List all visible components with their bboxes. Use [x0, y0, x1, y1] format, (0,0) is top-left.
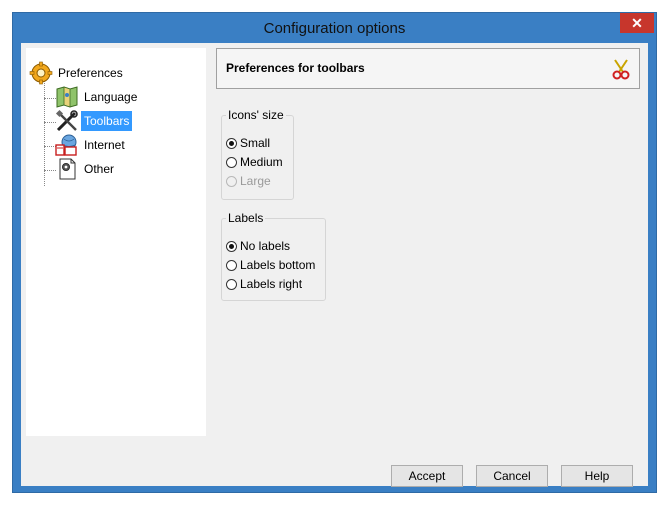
radio-button[interactable] — [226, 278, 237, 290]
radio-button[interactable] — [226, 240, 237, 252]
icons-size-legend: Icons' size — [228, 108, 284, 122]
tree-item-label: Internet — [84, 138, 125, 152]
tree-item-toolbars[interactable]: Toolbars — [55, 109, 133, 133]
tree-item-label: Other — [84, 162, 115, 176]
close-button[interactable]: ✕ — [620, 13, 654, 33]
radio-label: Large — [240, 174, 271, 188]
gear-icon — [29, 61, 53, 85]
radio-no-labels[interactable]: No labels — [226, 237, 290, 255]
radio-label: Labels right — [240, 277, 303, 291]
radio-label: Medium — [240, 155, 283, 169]
tree-item-preferences[interactable]: Preferences — [29, 61, 126, 85]
tree-item-other[interactable]: Other — [55, 158, 117, 180]
internet-icon — [55, 133, 79, 157]
tree-item-language[interactable]: Language — [55, 86, 140, 108]
radio-label: No labels — [240, 239, 291, 253]
tree-item-label: Language — [84, 90, 138, 104]
radio-button[interactable] — [226, 259, 237, 271]
radio-large: Large — [226, 172, 271, 190]
tools-icon — [55, 109, 79, 133]
radio-small[interactable]: Small — [226, 134, 270, 152]
radio-medium[interactable]: Medium — [226, 153, 283, 171]
preferences-tree: Preferences Language Toolbars Internet O… — [26, 48, 206, 436]
map-icon — [55, 85, 79, 109]
labels-legend: Labels — [228, 211, 264, 225]
dialog-window: Configuration options ✕ Preferences Lang… — [12, 12, 657, 493]
accept-button[interactable]: Accept — [391, 465, 463, 487]
panel-title: Preferences for toolbars — [226, 61, 365, 75]
radio-button — [226, 175, 237, 187]
window-title: Configuration options — [263, 20, 406, 37]
tree-item-internet[interactable]: Internet — [55, 134, 128, 156]
radio-button[interactable] — [226, 156, 237, 168]
dialog-client: Preferences Language Toolbars Internet O… — [21, 43, 648, 487]
radio-labels-bottom[interactable]: Labels bottom — [226, 256, 315, 274]
labels-group: Labels No labels Labels bottom Labels ri… — [221, 211, 326, 301]
tree-item-label: Preferences — [58, 66, 123, 80]
radio-labels-right[interactable]: Labels right — [226, 275, 302, 293]
cancel-button[interactable]: Cancel — [476, 465, 548, 487]
radio-label: Small — [240, 136, 271, 150]
radio-label: Labels bottom — [240, 258, 316, 272]
tree-item-label: Toolbars — [81, 111, 133, 131]
panel-header: Preferences for toolbars — [216, 48, 640, 89]
title-bar[interactable]: Configuration options ✕ — [13, 13, 656, 43]
scissors-icon — [611, 59, 631, 81]
icons-size-group: Icons' size Small Medium Large — [221, 108, 294, 200]
close-icon[interactable]: ✕ — [631, 15, 643, 31]
document-gear-icon — [55, 157, 79, 181]
help-button[interactable]: Help — [561, 465, 633, 487]
radio-button[interactable] — [226, 137, 237, 149]
